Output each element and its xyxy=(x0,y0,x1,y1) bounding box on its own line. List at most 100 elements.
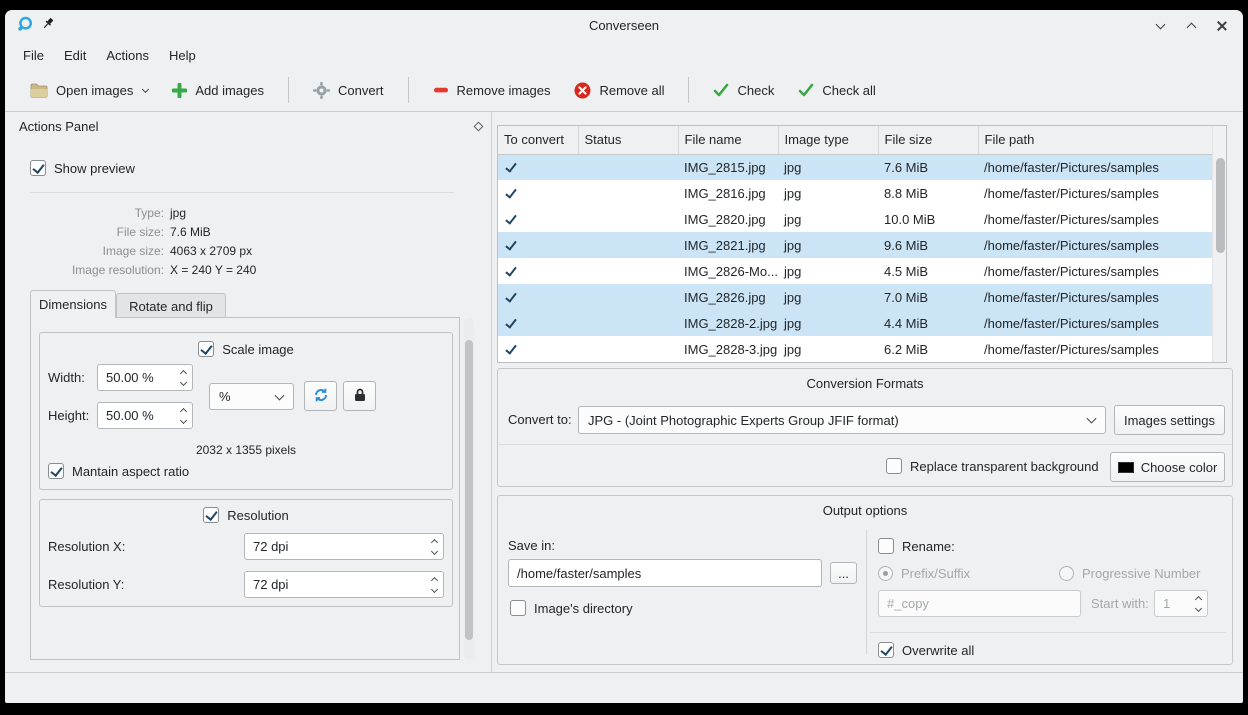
scrollbar-handle[interactable] xyxy=(465,340,473,640)
unit-dropdown[interactable]: % xyxy=(209,383,294,410)
file-row[interactable]: IMG_2826.jpgjpg7.0 MiB/home/faster/Pictu… xyxy=(498,284,1214,310)
file-row[interactable]: IMG_2828-2.jpgjpg4.4 MiB/home/faster/Pic… xyxy=(498,310,1214,336)
file-row[interactable]: IMG_2815.jpgjpg7.6 MiB/home/faster/Pictu… xyxy=(498,154,1214,180)
table-scrollbar[interactable] xyxy=(1212,126,1226,362)
status-cell[interactable] xyxy=(578,336,678,362)
to-convert-cell[interactable] xyxy=(498,180,578,206)
file-name-cell[interactable]: IMG_2826-Mo... xyxy=(678,258,778,284)
image-type-cell[interactable]: jpg xyxy=(778,232,878,258)
to-convert-cell[interactable] xyxy=(498,206,578,232)
browse-button[interactable]: ... xyxy=(830,562,857,584)
image-type-cell[interactable]: jpg xyxy=(778,154,878,180)
to-convert-cell[interactable] xyxy=(498,232,578,258)
image-type-cell[interactable]: jpg xyxy=(778,180,878,206)
menu-actions[interactable]: Actions xyxy=(96,42,159,69)
spinner-arrows-icon[interactable] xyxy=(181,371,186,385)
menu-help[interactable]: Help xyxy=(159,42,206,69)
to-convert-cell[interactable] xyxy=(498,154,578,180)
file-row[interactable]: IMG_2826-Mo...jpg4.5 MiB/home/faster/Pic… xyxy=(498,258,1214,284)
file-size-cell[interactable]: 7.0 MiB xyxy=(878,284,978,310)
rename-checkbox[interactable]: Rename: xyxy=(878,538,955,554)
file-row[interactable]: IMG_2816.jpgjpg8.8 MiB/home/faster/Pictu… xyxy=(498,180,1214,206)
file-name-cell[interactable]: IMG_2826.jpg xyxy=(678,284,778,310)
rename-pattern-input[interactable]: #_copy xyxy=(878,590,1081,617)
file-size-cell[interactable]: 4.4 MiB xyxy=(878,310,978,336)
image-type-cell[interactable]: jpg xyxy=(778,258,878,284)
progressive-number-radio[interactable]: Progressive Number xyxy=(1059,566,1201,581)
file-path-cell[interactable]: /home/faster/Pictures/samples xyxy=(978,154,1214,180)
file-path-cell[interactable]: /home/faster/Pictures/samples xyxy=(978,336,1214,362)
file-size-cell[interactable]: 6.2 MiB xyxy=(878,336,978,362)
image-type-cell[interactable]: jpg xyxy=(778,284,878,310)
column-header-status[interactable]: Status xyxy=(578,126,678,154)
spinner-arrows-icon[interactable] xyxy=(1196,597,1201,611)
image-type-cell[interactable]: jpg xyxy=(778,310,878,336)
file-size-cell[interactable]: 8.8 MiB xyxy=(878,180,978,206)
column-header-file-size[interactable]: File size xyxy=(878,126,978,154)
file-size-cell[interactable]: 10.0 MiB xyxy=(878,206,978,232)
images-settings-button[interactable]: Images settings xyxy=(1114,405,1225,435)
maintain-aspect-checkbox[interactable]: Mantain aspect ratio xyxy=(48,463,189,479)
file-name-cell[interactable]: IMG_2815.jpg xyxy=(678,154,778,180)
start-with-spinbox[interactable]: 1 xyxy=(1154,590,1208,617)
column-header-file-path[interactable]: File path xyxy=(978,126,1214,154)
minimize-button[interactable] xyxy=(1153,19,1167,33)
to-convert-cell[interactable] xyxy=(498,258,578,284)
file-path-cell[interactable]: /home/faster/Pictures/samples xyxy=(978,284,1214,310)
maximize-button[interactable] xyxy=(1184,19,1198,33)
to-convert-cell[interactable] xyxy=(498,310,578,336)
file-name-cell[interactable]: IMG_2828-2.jpg xyxy=(678,310,778,336)
reset-size-button[interactable] xyxy=(304,381,337,411)
open-images-button[interactable]: Open images xyxy=(21,77,157,104)
column-header-file-name[interactable]: File name xyxy=(678,126,778,154)
format-dropdown[interactable]: JPG - (Joint Photographic Experts Group … xyxy=(578,406,1106,434)
file-name-cell[interactable]: IMG_2820.jpg xyxy=(678,206,778,232)
file-row[interactable]: IMG_2820.jpgjpg10.0 MiB/home/faster/Pict… xyxy=(498,206,1214,232)
panel-scrollbar[interactable] xyxy=(464,318,474,660)
convert-button[interactable]: Convert xyxy=(304,76,393,105)
tab-dimensions[interactable]: Dimensions xyxy=(30,290,116,318)
status-cell[interactable] xyxy=(578,284,678,310)
image-type-cell[interactable]: jpg xyxy=(778,206,878,232)
spinner-arrows-icon[interactable] xyxy=(181,409,186,423)
file-size-cell[interactable]: 7.6 MiB xyxy=(878,154,978,180)
tab-rotate-and-flip[interactable]: Rotate and flip xyxy=(116,293,226,318)
splitter[interactable] xyxy=(491,112,492,672)
status-cell[interactable] xyxy=(578,180,678,206)
float-panel-button[interactable] xyxy=(474,122,484,132)
titlebar[interactable]: Converseen xyxy=(5,10,1243,42)
close-button[interactable] xyxy=(1215,19,1229,33)
replace-background-checkbox[interactable]: Replace transparent background xyxy=(886,458,1099,474)
to-convert-cell[interactable] xyxy=(498,284,578,310)
menu-edit[interactable]: Edit xyxy=(54,42,96,69)
status-cell[interactable] xyxy=(578,232,678,258)
file-path-cell[interactable]: /home/faster/Pictures/samples xyxy=(978,180,1214,206)
add-images-button[interactable]: Add images xyxy=(163,77,273,104)
file-name-cell[interactable]: IMG_2816.jpg xyxy=(678,180,778,206)
file-path-cell[interactable]: /home/faster/Pictures/samples xyxy=(978,232,1214,258)
lock-aspect-button[interactable] xyxy=(343,381,376,411)
status-cell[interactable] xyxy=(578,258,678,284)
spinner-arrows-icon[interactable] xyxy=(432,540,437,554)
height-spinbox[interactable]: 50.00 % xyxy=(97,402,193,429)
resolution-checkbox[interactable]: Resolution xyxy=(40,507,452,523)
check-button[interactable]: Check xyxy=(704,77,783,104)
image-directory-checkbox[interactable]: Image's directory xyxy=(510,600,633,616)
remove-all-button[interactable]: Remove all xyxy=(565,76,673,105)
file-name-cell[interactable]: IMG_2821.jpg xyxy=(678,232,778,258)
file-row[interactable]: IMG_2821.jpgjpg9.6 MiB/home/faster/Pictu… xyxy=(498,232,1214,258)
file-name-cell[interactable]: IMG_2828-3.jpg xyxy=(678,336,778,362)
file-path-cell[interactable]: /home/faster/Pictures/samples xyxy=(978,206,1214,232)
to-convert-cell[interactable] xyxy=(498,336,578,362)
file-size-cell[interactable]: 9.6 MiB xyxy=(878,232,978,258)
resolution-y-spinbox[interactable]: 72 dpi xyxy=(244,571,444,598)
check-all-button[interactable]: Check all xyxy=(789,77,884,104)
column-header-to-convert[interactable]: To convert xyxy=(498,126,578,154)
overwrite-all-checkbox[interactable]: Overwrite all xyxy=(878,642,974,658)
status-cell[interactable] xyxy=(578,310,678,336)
status-cell[interactable] xyxy=(578,154,678,180)
prefix-suffix-radio[interactable]: Prefix/Suffix xyxy=(878,566,970,581)
menu-file[interactable]: File xyxy=(13,42,54,69)
file-path-cell[interactable]: /home/faster/Pictures/samples xyxy=(978,310,1214,336)
file-path-cell[interactable]: /home/faster/Pictures/samples xyxy=(978,258,1214,284)
